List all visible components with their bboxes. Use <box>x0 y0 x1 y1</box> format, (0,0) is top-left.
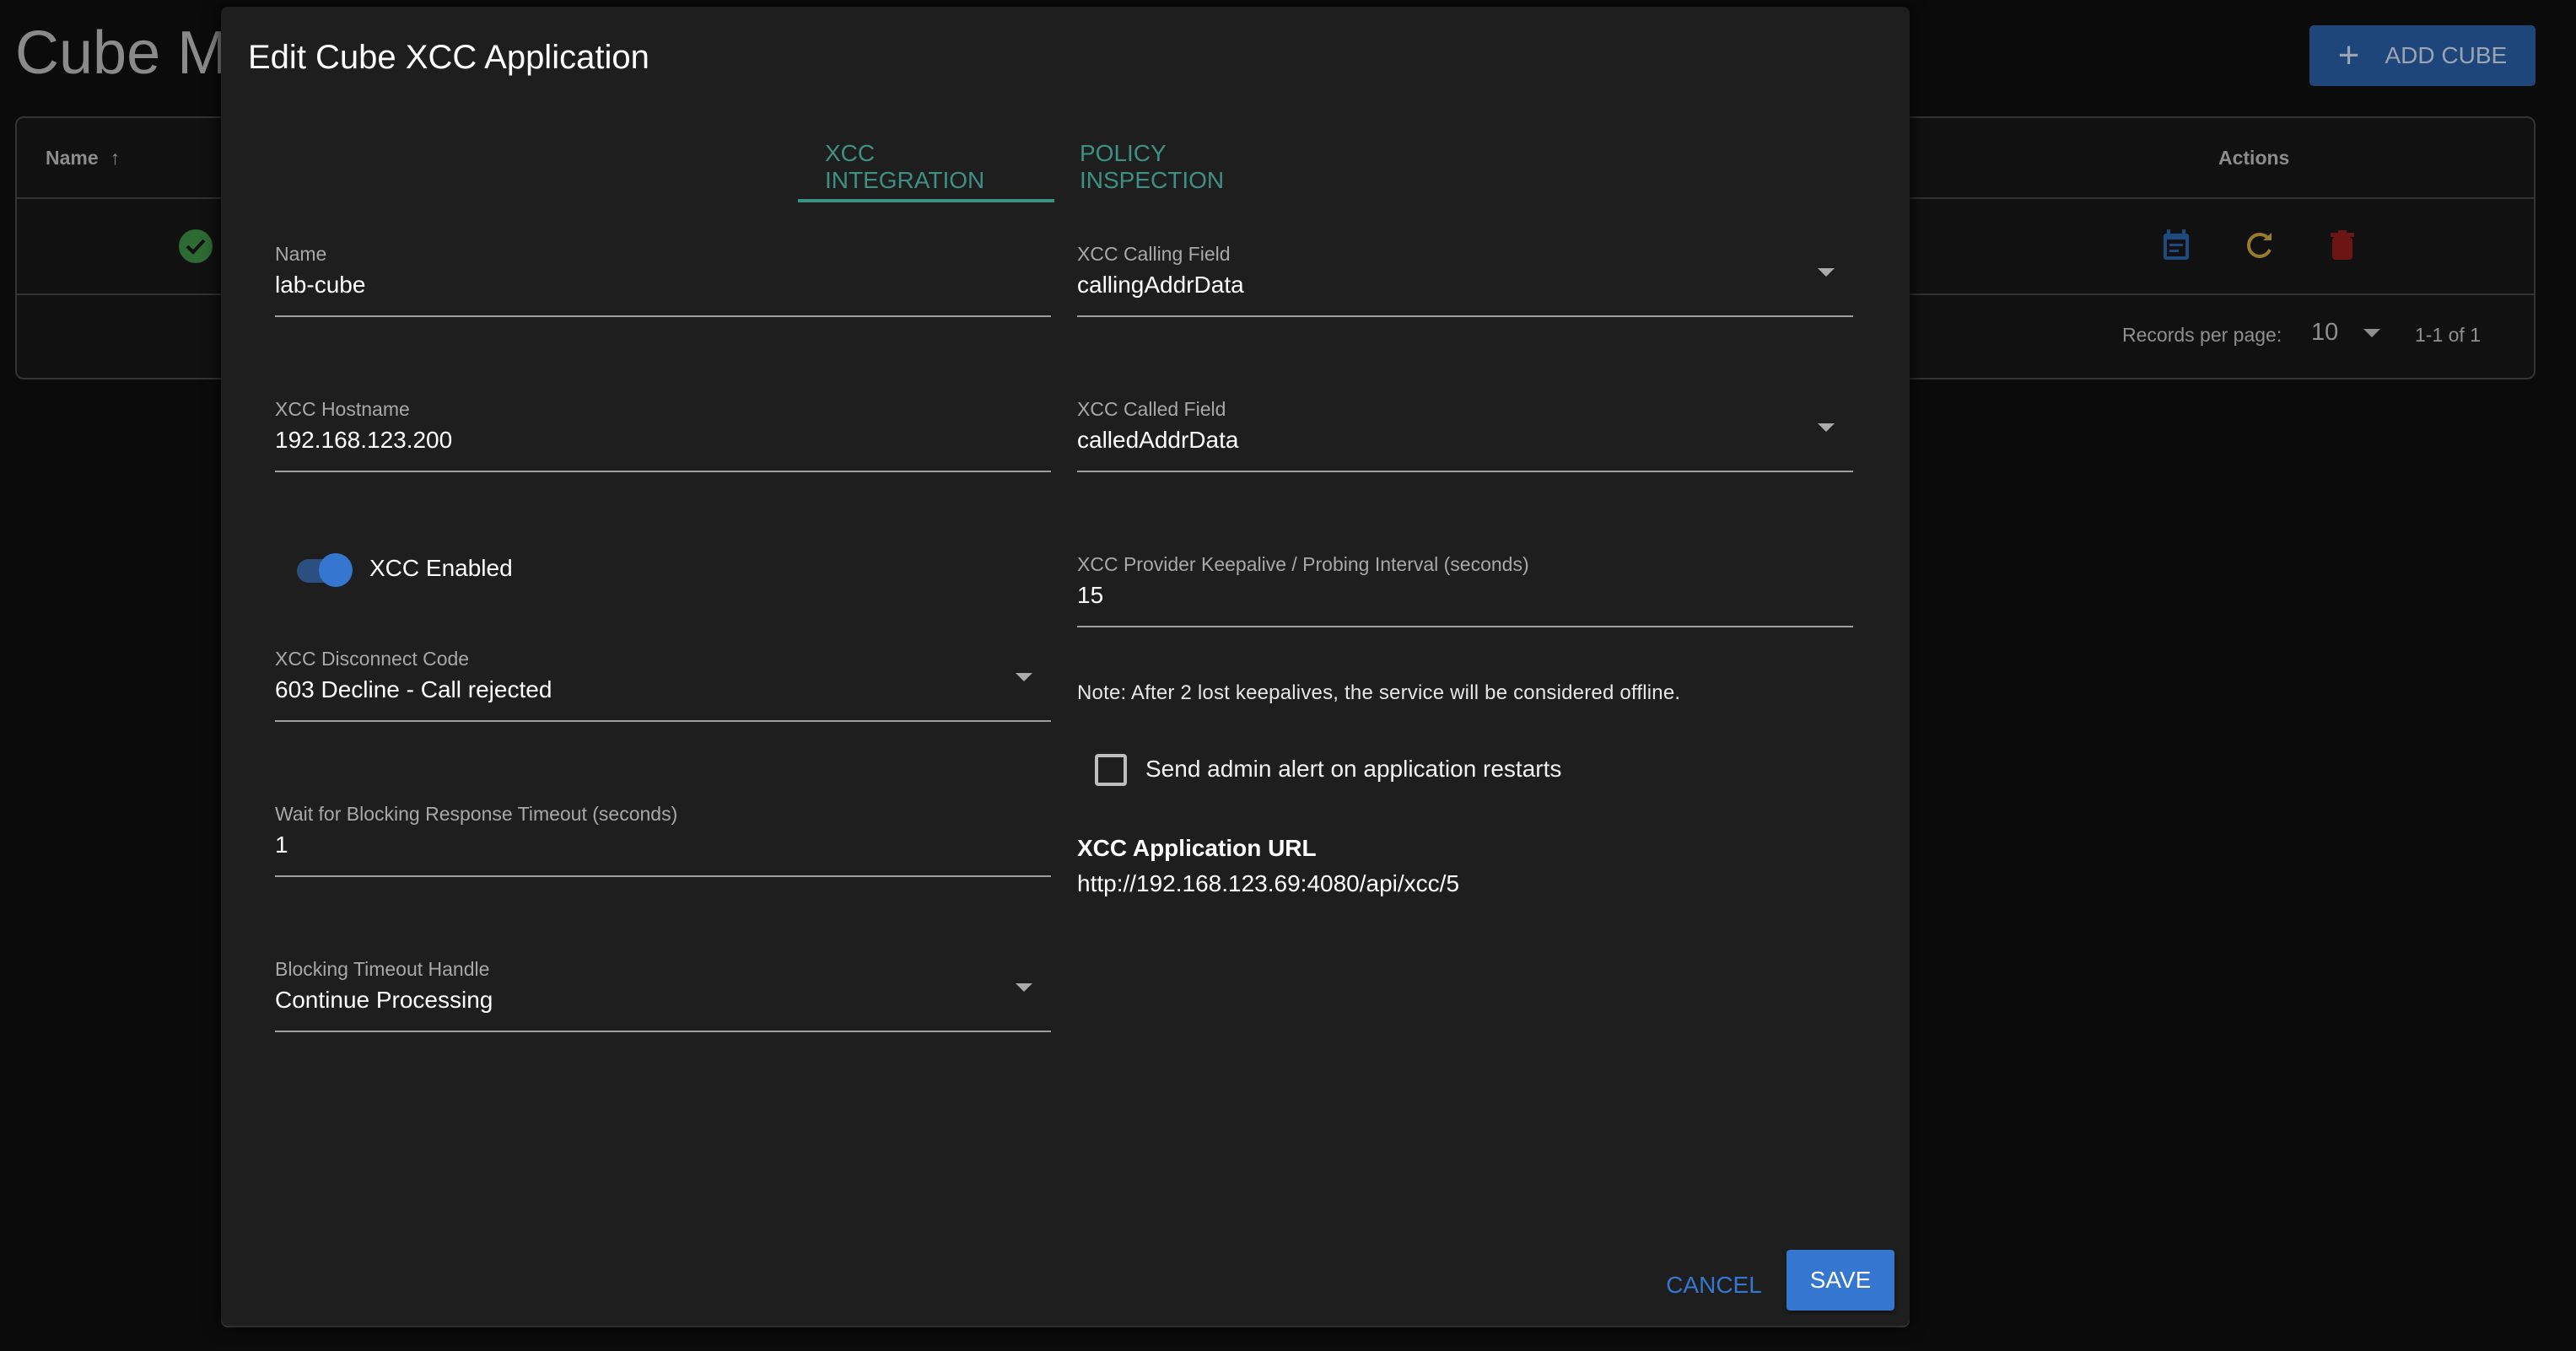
status-check-icon <box>179 229 213 263</box>
add-cube-label: ADD CUBE <box>2385 42 2508 68</box>
delete-icon[interactable] <box>2324 226 2361 263</box>
column-name-label: Name <box>46 147 99 169</box>
blocking-timeout-label: Wait for Blocking Response Timeout (seco… <box>275 803 678 825</box>
blocking-timeout-input[interactable]: 1 <box>275 832 288 859</box>
toggle-thumb <box>319 553 353 587</box>
edit-cube-dialog: Edit Cube XCC Application XCC INTEGRATIO… <box>221 7 1910 1326</box>
called-field-value: calledAddrData <box>1077 427 1239 453</box>
blocking-timeout-field[interactable]: Wait for Blocking Response Timeout (seco… <box>275 803 1051 877</box>
tab-policy-inspection[interactable]: POLICY INSPECTION <box>1054 132 1324 202</box>
edit-calendar-icon[interactable] <box>2158 226 2195 263</box>
cancel-button[interactable]: CANCEL <box>1655 1258 1773 1312</box>
hostname-label: XCC Hostname <box>275 398 410 420</box>
name-input[interactable]: lab-cube <box>275 272 365 299</box>
keepalive-input[interactable]: 15 <box>1077 582 1103 609</box>
timeout-handle-value: Continue Processing <box>275 987 493 1013</box>
timeout-handle-label: Blocking Timeout Handle <box>275 958 490 980</box>
save-button[interactable]: SAVE <box>1786 1250 1894 1311</box>
url-value: http://192.168.123.69:4080/api/xcc/5 <box>1077 870 1460 896</box>
hostname-field[interactable]: XCC Hostname 192.168.123.200 <box>275 398 1051 472</box>
dialog-tabs: XCC INTEGRATION POLICY INSPECTION <box>798 132 1324 202</box>
name-label: Name <box>275 243 327 265</box>
records-per-page-label: Records per page: <box>2122 324 2282 346</box>
tab-xcc-integration[interactable]: XCC INTEGRATION <box>798 132 1054 202</box>
records-per-page-select[interactable]: 10 <box>2311 319 2338 347</box>
disconnect-code-value: 603 Decline - Call rejected <box>275 676 552 702</box>
chevron-down-icon[interactable] <box>2363 329 2380 337</box>
refresh-icon[interactable] <box>2241 226 2278 263</box>
keepalive-field[interactable]: XCC Provider Keepalive / Probing Interva… <box>1077 553 1853 627</box>
dialog-title: Edit Cube XCC Application <box>248 39 649 76</box>
xcc-enabled-label: XCC Enabled <box>369 555 513 581</box>
admin-alert-checkbox[interactable] <box>1095 754 1127 786</box>
keepalive-label: XCC Provider Keepalive / Probing Interva… <box>1077 553 1529 575</box>
calling-field-label: XCC Calling Field <box>1077 243 1231 265</box>
disconnect-code-label: XCC Disconnect Code <box>275 648 470 670</box>
column-header-actions: Actions <box>2218 147 2290 169</box>
calling-field-value: callingAddrData <box>1077 272 1244 298</box>
hostname-input[interactable]: 192.168.123.200 <box>275 427 452 454</box>
timeout-handle-select[interactable]: Blocking Timeout Handle Continue Process… <box>275 958 1051 1032</box>
add-cube-button[interactable]: + ADD CUBE <box>2309 25 2536 86</box>
disconnect-code-select[interactable]: XCC Disconnect Code 603 Decline - Call r… <box>275 648 1051 722</box>
name-field[interactable]: Name lab-cube <box>275 243 1051 317</box>
called-field-select[interactable]: XCC Called Field calledAddrData <box>1077 398 1853 472</box>
chevron-down-icon[interactable] <box>1818 423 1835 432</box>
url-title: XCC Application URL <box>1077 835 1317 861</box>
chevron-down-icon[interactable] <box>1016 983 1032 992</box>
admin-alert-label: Send admin alert on application restarts <box>1145 756 1562 782</box>
column-header-name[interactable]: Name ↑ <box>46 147 120 170</box>
chevron-down-icon[interactable] <box>1818 268 1835 277</box>
called-field-label: XCC Called Field <box>1077 398 1226 420</box>
plus-icon: + <box>2337 35 2360 76</box>
sort-arrow-up-icon: ↑ <box>110 147 121 169</box>
chevron-down-icon[interactable] <box>1016 673 1032 681</box>
pagination-range: 1-1 of 1 <box>2415 324 2481 346</box>
xcc-enabled-toggle[interactable] <box>294 551 354 587</box>
calling-field-select[interactable]: XCC Calling Field callingAddrData <box>1077 243 1853 317</box>
keepalive-note: Note: After 2 lost keepalives, the servi… <box>1077 681 1681 704</box>
